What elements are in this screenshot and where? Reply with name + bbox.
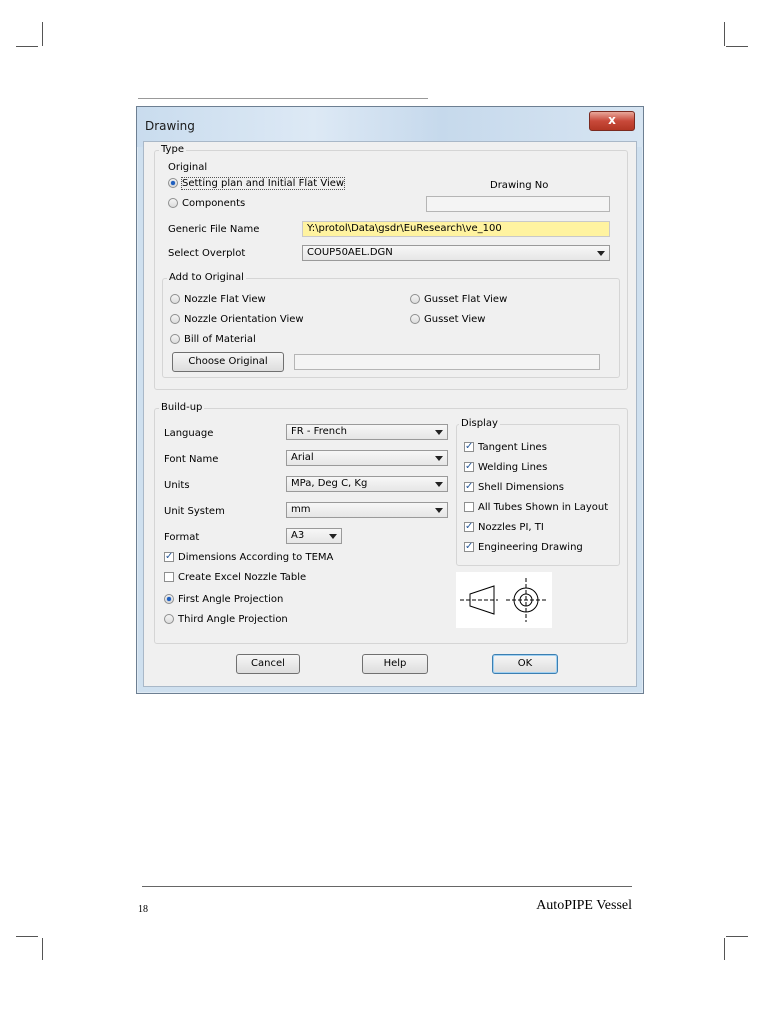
crop-mark — [724, 22, 725, 46]
doc-title: AutoPIPE Vessel — [536, 898, 632, 913]
dimensions-tema-checkbox[interactable]: ✓ — [164, 552, 174, 562]
nozzle-orientation-label: Nozzle Orientation View — [184, 314, 304, 325]
radio-third-angle[interactable] — [164, 614, 174, 624]
close-button[interactable]: x — [589, 111, 635, 131]
gusset-flat-label: Gusset Flat View — [424, 294, 508, 305]
radio-gusset-flat[interactable] — [410, 294, 420, 304]
gusset-view-label: Gusset View — [424, 314, 486, 325]
nozzles-pi-checkbox[interactable]: ✓ — [464, 522, 474, 532]
footer-rule — [142, 886, 632, 887]
drawing-no-label: Drawing No — [490, 180, 549, 191]
crop-mark — [42, 938, 43, 960]
unit-system-value: mm — [291, 504, 311, 515]
generic-file-field[interactable]: Y:\protol\Data\gsdr\EuResearch\ve_100 — [302, 221, 610, 237]
third-angle-label: Third Angle Projection — [178, 614, 288, 625]
drawing-no-field[interactable] — [426, 196, 610, 212]
dialog-title: Drawing — [145, 119, 195, 133]
choose-original-field[interactable] — [294, 354, 600, 370]
crop-mark — [726, 936, 748, 937]
shell-dimensions-label: Shell Dimensions — [478, 482, 564, 493]
radio-setting-plan-label: Setting plan and Initial Flat View — [180, 177, 346, 190]
language-dropdown[interactable]: FR - French — [286, 424, 448, 440]
format-value: A3 — [291, 530, 305, 541]
create-excel-label: Create Excel Nozzle Table — [178, 572, 307, 583]
first-angle-projection-icon — [456, 572, 552, 628]
dimensions-tema-label: Dimensions According to TEMA — [178, 552, 334, 563]
crop-mark — [724, 938, 725, 960]
nozzles-pi-label: Nozzles PI, TI — [478, 522, 544, 533]
chevron-down-icon — [597, 251, 605, 256]
cancel-button[interactable]: Cancel — [236, 654, 300, 674]
tangent-lines-label: Tangent Lines — [478, 442, 547, 453]
format-dropdown[interactable]: A3 — [286, 528, 342, 544]
engineering-drawing-label: Engineering Drawing — [478, 542, 583, 553]
chevron-down-icon — [435, 430, 443, 435]
dialog-client-area: Type Original Setting plan and Initial F… — [143, 141, 637, 687]
page-number: 18 — [138, 904, 148, 915]
welding-lines-label: Welding Lines — [478, 462, 548, 473]
radio-nozzle-flat[interactable] — [170, 294, 180, 304]
crop-mark — [16, 46, 38, 47]
help-button[interactable]: Help — [362, 654, 428, 674]
generic-file-label: Generic File Name — [168, 224, 260, 235]
nozzle-flat-label: Nozzle Flat View — [184, 294, 266, 305]
crop-mark — [726, 46, 748, 47]
header-rule — [138, 98, 428, 99]
units-label: Units — [164, 480, 190, 491]
display-legend: Display — [459, 418, 500, 429]
units-dropdown[interactable]: MPa, Deg C, Kg — [286, 476, 448, 492]
format-label: Format — [164, 532, 200, 543]
select-overplot-value: COUP50AEL.DGN — [307, 247, 393, 258]
add-to-original-legend: Add to Original — [167, 272, 246, 283]
chevron-down-icon — [329, 534, 337, 539]
first-angle-label: First Angle Projection — [178, 594, 284, 605]
crop-mark — [16, 936, 38, 937]
drawing-dialog: Drawing x Type Original Setting plan and… — [136, 106, 644, 694]
bill-of-material-label: Bill of Material — [184, 334, 256, 345]
unit-system-label: Unit System — [164, 506, 225, 517]
build-up-legend: Build-up — [159, 402, 205, 413]
chevron-down-icon — [435, 482, 443, 487]
tangent-lines-checkbox[interactable]: ✓ — [464, 442, 474, 452]
radio-nozzle-orientation[interactable] — [170, 314, 180, 324]
ok-button[interactable]: OK — [492, 654, 558, 674]
choose-original-button[interactable]: Choose Original — [172, 352, 284, 372]
shell-dimensions-checkbox[interactable]: ✓ — [464, 482, 474, 492]
radio-components-label: Components — [182, 198, 246, 209]
radio-components[interactable] — [168, 198, 178, 208]
units-value: MPa, Deg C, Kg — [291, 478, 368, 489]
font-name-dropdown[interactable]: Arial — [286, 450, 448, 466]
font-name-label: Font Name — [164, 454, 219, 465]
select-overplot-label: Select Overplot — [168, 248, 246, 259]
chevron-down-icon — [435, 456, 443, 461]
create-excel-checkbox[interactable] — [164, 572, 174, 582]
all-tubes-label: All Tubes Shown in Layout — [478, 502, 609, 513]
radio-bill-of-material[interactable] — [170, 334, 180, 344]
chevron-down-icon — [435, 508, 443, 513]
type-legend: Type — [159, 144, 186, 155]
font-name-value: Arial — [291, 452, 314, 463]
unit-system-dropdown[interactable]: mm — [286, 502, 448, 518]
language-label: Language — [164, 428, 214, 439]
language-value: FR - French — [291, 426, 347, 437]
original-label: Original — [168, 162, 208, 173]
radio-first-angle[interactable] — [164, 594, 174, 604]
select-overplot-dropdown[interactable]: COUP50AEL.DGN — [302, 245, 610, 261]
radio-gusset-view[interactable] — [410, 314, 420, 324]
welding-lines-checkbox[interactable]: ✓ — [464, 462, 474, 472]
all-tubes-checkbox[interactable] — [464, 502, 474, 512]
crop-mark — [42, 22, 43, 46]
radio-setting-plan[interactable] — [168, 178, 178, 188]
engineering-drawing-checkbox[interactable]: ✓ — [464, 542, 474, 552]
